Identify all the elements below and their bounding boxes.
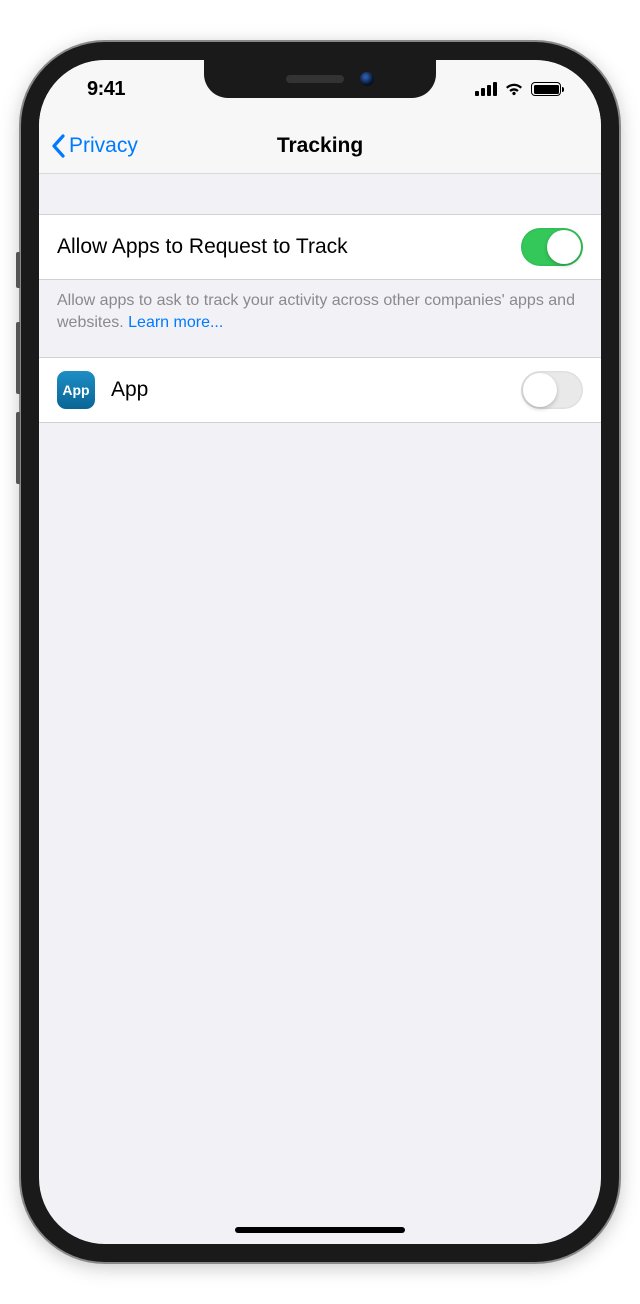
cellular-signal-icon [475,82,497,96]
front-camera-icon [360,72,374,86]
speaker-grille [286,75,344,83]
battery-icon [531,82,561,96]
back-button[interactable]: Privacy [51,134,138,158]
navigation-bar: Privacy Tracking [39,118,601,174]
home-indicator[interactable] [235,1227,405,1233]
chevron-left-icon [51,134,65,158]
status-time: 9:41 [87,78,125,101]
app-icon: App [57,371,95,409]
screen: 9:41 Privacy Tracking Al [39,60,601,1244]
app-name-label: App [111,378,505,402]
app-tracking-toggle[interactable] [521,371,583,409]
content-area: Allow Apps to Request to Track Allow app… [39,174,601,423]
allow-track-footer: Allow apps to ask to track your activity… [39,280,601,357]
learn-more-link[interactable]: Learn more... [128,314,223,331]
app-tracking-cell: App App [39,357,601,423]
allow-apps-request-track-label: Allow Apps to Request to Track [57,235,348,259]
notch [204,60,436,98]
allow-apps-request-track-cell: Allow Apps to Request to Track [39,214,601,280]
allow-apps-request-track-toggle[interactable] [521,228,583,266]
wifi-icon [504,82,524,96]
back-label: Privacy [69,134,138,158]
page-title: Tracking [277,134,363,158]
iphone-device-frame: 9:41 Privacy Tracking Al [21,42,619,1262]
status-icons [475,82,561,96]
